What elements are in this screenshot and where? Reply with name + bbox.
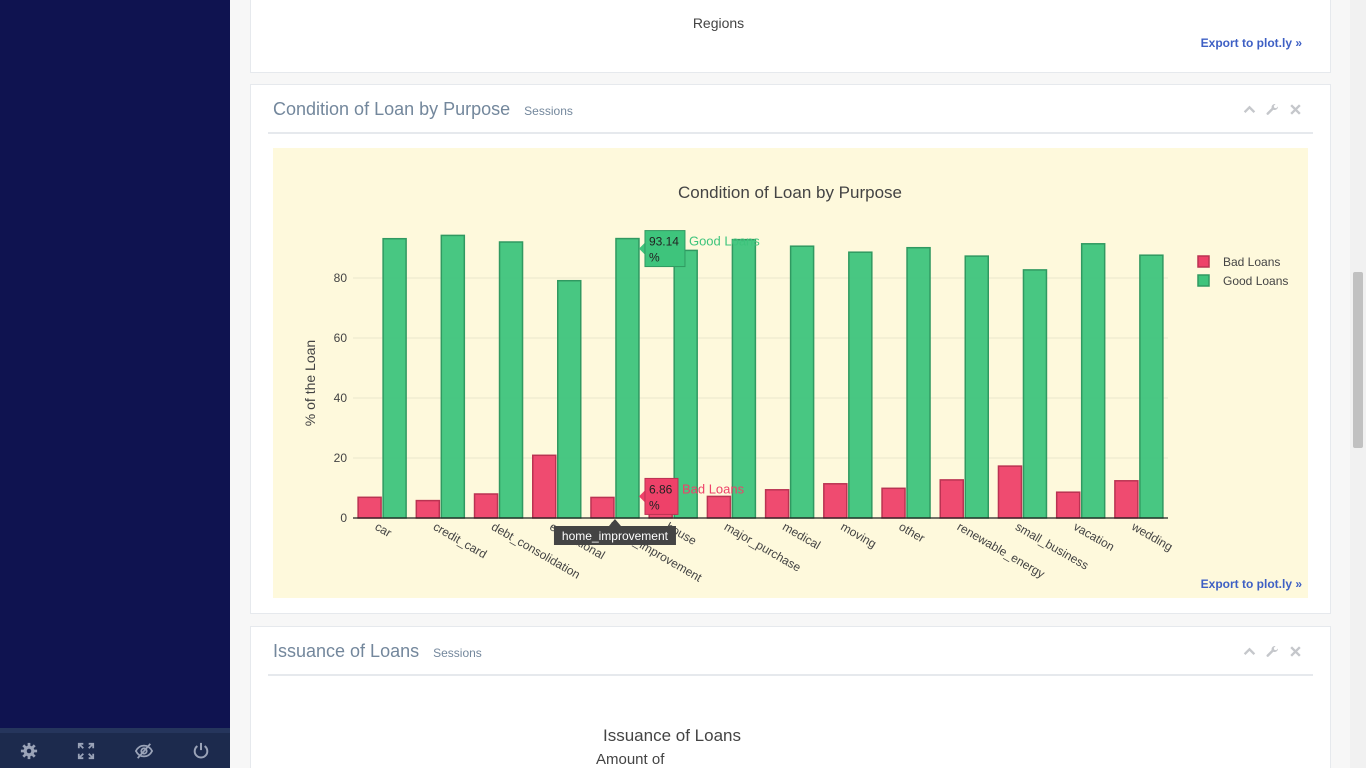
close-button[interactable] [1289,645,1302,658]
bar-bad-vacation [1055,491,1081,519]
y-tick-label: 80 [334,271,348,285]
x-tick-label: medical [780,519,823,552]
settings-button[interactable] [0,733,58,768]
regions-axis-label: Regions [692,15,745,31]
collapse-button[interactable] [1243,103,1256,116]
bar-good-vacation [1080,243,1106,519]
bar-bad-home-improvement [590,496,615,519]
close-icon [1290,104,1301,115]
x-tick-label: car [373,519,394,539]
panel-title: Issuance of Loans [273,641,420,661]
legend-swatch [1197,255,1210,268]
bar-good-moving [848,251,873,519]
logout-button[interactable] [173,733,231,768]
settings-button[interactable] [1266,645,1279,658]
legend-swatch [1197,274,1210,287]
panel-heading: Issuance of Loans Sessions [273,641,482,669]
chevron-up-icon [1243,647,1256,656]
lock-screen-button[interactable] [115,733,173,768]
bad-hover-series: Bad Loans [682,481,745,496]
y-axis-label: % of the Loan [302,340,318,426]
panel-heading: Condition of Loan by Purpose Sessions [273,99,573,127]
y-tick-label: 0 [340,511,347,525]
chart-title: Condition of Loan by Purpose [678,183,902,202]
y-tick-label: 60 [334,331,348,345]
bar-bad-other [881,487,906,519]
page-scrollbar[interactable] [1350,0,1366,768]
bar-good-credit-card [440,234,466,519]
bar-good-small-business [1022,269,1048,519]
bar-bad-medical [764,489,790,519]
bar-chart: Condition of Loan by Purpose % of the Lo… [302,183,1288,585]
bar-bad-renewable-energy [939,479,964,519]
wrench-icon [1266,645,1278,657]
bar-good-major-purchase [731,238,757,519]
bar-bad-educational [532,454,557,519]
chevron-up-icon [1243,105,1256,114]
category-hover-label: home_improvement [562,529,669,543]
bad-hover-pointer [638,490,645,503]
x-tick-label: vacation [1071,519,1117,553]
bar-good-educational [557,279,582,519]
panel-toolbox [1243,645,1302,658]
bar-good-renewable-energy [964,255,989,519]
bar-bad-moving [823,483,848,519]
bar-good-wedding [1139,254,1164,519]
panel-toolbox [1243,103,1302,116]
bar-good-medical [789,245,815,519]
panel-title: Condition of Loan by Purpose [273,99,511,119]
settings-button[interactable] [1266,103,1279,116]
good-hover-pointer [638,242,645,255]
eye-slash-icon [134,742,153,759]
export-to-plotly-link[interactable]: Export to plot.ly » [1201,577,1302,591]
regions-panel: Regions Export to plot.ly » [250,0,1331,73]
y-tick-label: 40 [334,391,348,405]
bar-good-car [382,237,407,519]
export-to-plotly-link[interactable]: Export to plot.ly » [1201,36,1302,50]
loan-purpose-panel: Condition of Loan by Purpose Sessions Co… [250,84,1331,614]
x-tick-label: moving [838,519,879,550]
main-content: Regions Export to plot.ly » Condition of… [230,0,1350,768]
close-button[interactable] [1289,103,1302,116]
bad-hover-value: 6.86 [649,482,673,496]
collapse-button[interactable] [1243,645,1256,658]
bar-bad-debt-consolidation [473,493,499,519]
bar-good-home-improvement [615,237,640,519]
panel-subtitle: Sessions [524,104,573,118]
bar-good-house [673,249,698,519]
y-tick-label: 20 [334,451,348,465]
bad-hover-unit: % [649,498,660,512]
panel-divider [268,674,1313,676]
good-hover-unit: % [649,251,660,265]
scrollbar-thumb[interactable] [1353,272,1363,448]
issuance-panel: Issuance of Loans Sessions Issuance of L… [250,626,1331,768]
bar-bad-car [357,496,382,519]
bar-bad-credit-card [415,499,441,519]
gear-icon [20,742,37,759]
good-hover-series: Good Loans [689,234,760,249]
power-icon [193,742,209,758]
x-tick-label: credit_card [431,519,489,561]
bar-good-debt-consolidation [498,241,524,519]
x-tick-label: wedding [1129,519,1176,554]
bar-good-other [906,246,931,519]
panel-subtitle: Sessions [433,646,482,660]
bar-bad-small-business [997,465,1023,519]
fullscreen-button[interactable] [58,733,116,768]
x-tick-label: other [897,519,928,545]
close-icon [1290,646,1301,657]
panel-divider [268,132,1313,134]
good-hover-value: 93.14 [649,235,679,249]
wrench-icon [1266,103,1278,115]
legend-label: Good Loans [1223,274,1288,288]
loan-purpose-chart: Condition of Loan by Purpose % of the Lo… [273,148,1308,598]
bar-bad-wedding [1114,480,1139,519]
fullscreen-icon [78,742,95,759]
sidebar-footer [0,728,230,768]
bar-bad-major-purchase [706,495,732,519]
sidebar [0,0,230,768]
issuance-y-axis-label: Amount of [596,751,665,768]
issuance-chart-title: Issuance of Loans [603,726,741,745]
legend-label: Bad Loans [1223,255,1280,269]
